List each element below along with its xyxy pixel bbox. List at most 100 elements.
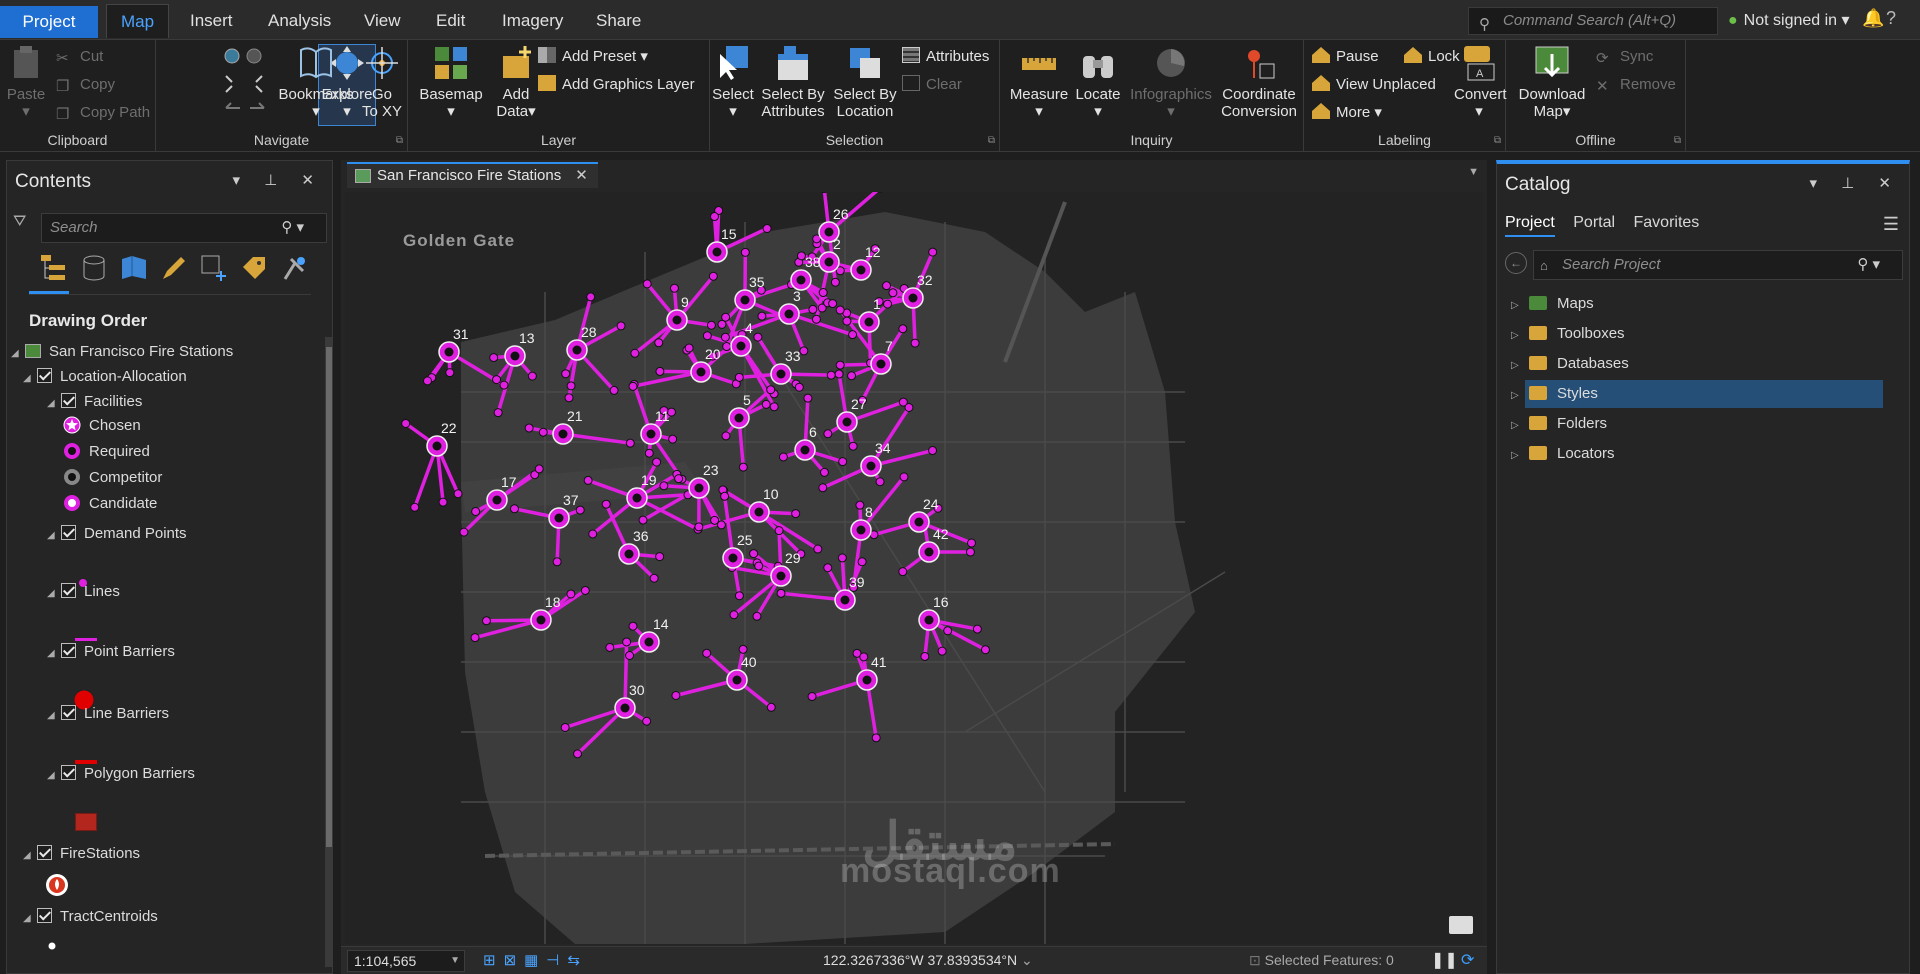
demand-point[interactable] [898, 567, 908, 577]
visibility-checkbox[interactable] [61, 705, 76, 720]
demand-point[interactable] [668, 434, 678, 444]
demand-point[interactable] [716, 520, 726, 530]
demand-point[interactable] [453, 489, 463, 499]
tab-project[interactable]: Project [0, 6, 98, 38]
demand-point[interactable] [659, 481, 669, 491]
demand-point[interactable] [720, 332, 730, 342]
demand-point[interactable] [588, 529, 598, 539]
select-button[interactable]: Select ▾ [710, 44, 756, 120]
demand-point[interactable] [762, 224, 772, 234]
copy-path-button[interactable]: ❐ Copy Path [56, 102, 150, 124]
demand-point[interactable] [644, 448, 654, 458]
demand-point[interactable] [837, 553, 847, 563]
notification-icon[interactable]: 🔔 [1862, 8, 1884, 29]
demand-point[interactable] [794, 382, 804, 392]
catalog-search-input[interactable]: ⌂ Search Project ⚲ ▾ [1533, 250, 1903, 280]
demand-point[interactable] [470, 633, 480, 643]
labeling-launcher-icon[interactable]: ⧉ [1494, 135, 1501, 146]
demand-point[interactable] [702, 331, 712, 341]
tab-analysis[interactable]: Analysis [254, 4, 345, 38]
demand-point[interactable] [605, 642, 615, 652]
demand-point[interactable] [410, 502, 420, 512]
demand-point[interactable] [740, 247, 750, 257]
demand-point[interactable] [967, 538, 977, 548]
close-icon[interactable]: ✕ [575, 167, 588, 184]
drawing-order-icon[interactable] [39, 253, 69, 283]
demand-point[interactable] [492, 375, 502, 385]
demand-point[interactable] [749, 549, 759, 559]
scale-selector[interactable]: 1:104,565 ▼ [347, 950, 465, 972]
demand-point[interactable] [671, 690, 681, 700]
demand-point[interactable] [649, 573, 659, 583]
demand-point[interactable] [871, 733, 881, 743]
demand-point[interactable] [943, 626, 953, 636]
demand-point[interactable] [601, 499, 611, 509]
demand-point[interactable] [898, 324, 908, 334]
demand-point[interactable] [583, 475, 593, 485]
menu-icon[interactable]: ☰ [1883, 214, 1899, 235]
demand-point[interactable] [855, 500, 865, 510]
demand-point[interactable] [819, 467, 829, 477]
demand-point[interactable] [823, 563, 833, 573]
add-data-button[interactable]: Add Data▾ [488, 44, 544, 120]
tab-catalog-portal[interactable]: Portal [1573, 214, 1615, 235]
demand-point[interactable] [628, 621, 638, 631]
demand-point[interactable] [776, 588, 786, 598]
demand-point[interactable] [625, 438, 635, 448]
attributes-button[interactable]: Attributes [902, 46, 989, 68]
visibility-checkbox[interactable] [37, 368, 52, 383]
demand-point[interactable] [609, 385, 619, 395]
demand-point[interactable] [586, 292, 596, 302]
demand-point[interactable] [757, 311, 767, 321]
more-button[interactable]: More ▾ [1312, 102, 1382, 124]
demand-point[interactable] [808, 304, 818, 314]
demand-point[interactable] [766, 385, 776, 395]
demand-point[interactable] [848, 330, 858, 340]
demand-point[interactable] [813, 544, 823, 554]
layer-location-allocation[interactable]: ◢ Location-Allocation [23, 366, 187, 388]
demand-point[interactable] [835, 360, 845, 370]
demand-point[interactable] [552, 557, 562, 567]
refresh-icon[interactable]: ⟳ [1461, 950, 1474, 970]
pane-controls[interactable]: ▾ ⊥ ✕ [233, 171, 325, 189]
measure-button[interactable]: Measure ▾ [1008, 44, 1070, 120]
demand-point[interactable] [769, 402, 779, 412]
demand-point[interactable] [422, 376, 432, 386]
coordinate-conversion-button[interactable]: Coordinate Conversion [1218, 44, 1300, 120]
tab-view[interactable]: View [350, 4, 415, 38]
visibility-checkbox[interactable] [61, 525, 76, 540]
navigate-launcher-icon[interactable]: ⧉ [396, 135, 403, 146]
demand-point[interactable] [859, 652, 869, 662]
demand-point[interactable] [625, 651, 635, 661]
visibility-checkbox[interactable] [37, 845, 52, 860]
demand-point[interactable] [527, 371, 537, 381]
demand-point[interactable] [524, 423, 534, 433]
demand-point[interactable] [669, 283, 679, 293]
demand-point[interactable] [920, 651, 930, 661]
back-icon[interactable]: ← [1505, 252, 1527, 274]
offline-launcher-icon[interactable]: ⧉ [1674, 135, 1681, 146]
demand-point[interactable] [401, 418, 411, 428]
demand-point[interactable] [706, 320, 716, 330]
help-icon[interactable]: ? [1886, 8, 1896, 29]
demand-point[interactable] [818, 483, 828, 493]
visibility-checkbox[interactable] [61, 393, 76, 408]
demand-point[interactable] [774, 526, 784, 536]
demand-point[interactable] [729, 610, 739, 620]
map-tab[interactable]: San Francisco Fire Stations ✕ [347, 162, 598, 188]
demand-point[interactable] [937, 646, 947, 656]
demand-point[interactable] [580, 585, 590, 595]
tab-share[interactable]: Share [582, 4, 655, 38]
demand-point[interactable] [630, 348, 640, 358]
convert-button[interactable]: A Convert ▾ [1454, 44, 1507, 120]
tab-map[interactable]: Map [106, 4, 170, 38]
demand-point[interactable] [761, 399, 771, 409]
demand-point[interactable] [888, 288, 898, 298]
demand-point[interactable] [753, 332, 763, 342]
demand-point[interactable] [818, 288, 828, 298]
demand-point[interactable] [534, 464, 544, 474]
demand-point[interactable] [875, 477, 885, 487]
layer-demand-points[interactable]: ◢ Demand Points [47, 523, 187, 545]
tab-insert[interactable]: Insert [176, 4, 247, 38]
demand-point[interactable] [899, 472, 909, 482]
